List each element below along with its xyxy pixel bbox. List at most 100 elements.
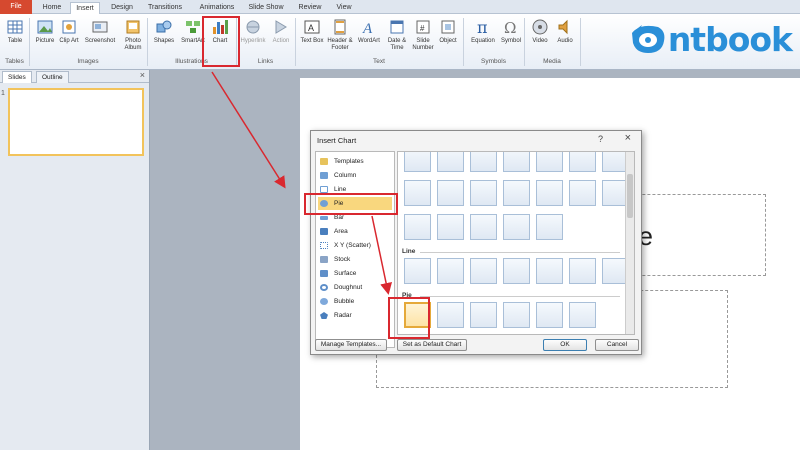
svg-text:A: A — [308, 23, 314, 33]
chart-thumbnail[interactable] — [437, 302, 464, 328]
object-button[interactable]: Object — [433, 18, 463, 45]
gallery-scrollbar[interactable] — [625, 152, 634, 334]
audio-icon — [558, 19, 568, 35]
chart-thumbnail[interactable] — [404, 258, 431, 284]
hyperlink-button[interactable]: Hyperlink — [238, 18, 268, 45]
category-label: Surface — [334, 270, 357, 277]
category-column[interactable]: Column — [318, 169, 392, 182]
chart-thumbnail[interactable] — [404, 180, 431, 206]
chart-thumbnail[interactable] — [503, 214, 530, 240]
action-label: Action — [272, 38, 290, 44]
date-time-icon — [390, 20, 404, 34]
audio-label: Audio — [557, 38, 573, 44]
category-bubble[interactable]: Bubble — [318, 295, 392, 308]
chart-thumbnail[interactable] — [503, 258, 530, 284]
category-area[interactable]: Area — [318, 225, 392, 238]
tab-slides[interactable]: Slides — [2, 71, 32, 83]
chart-thumbnail[interactable] — [437, 180, 464, 206]
logo-text: ntbook — [667, 19, 793, 59]
chart-thumbnail[interactable] — [470, 180, 497, 206]
chart-thumbnail[interactable] — [536, 302, 563, 328]
category-doughnut[interactable]: Doughnut — [318, 281, 392, 294]
chart-thumbnail[interactable] — [470, 152, 497, 172]
line-chart-icon — [320, 186, 328, 193]
radar-chart-icon — [320, 312, 328, 319]
picture-icon — [37, 20, 53, 34]
group-label-tables: Tables — [5, 58, 24, 65]
tab-design[interactable]: Design — [106, 2, 138, 14]
tab-transitions[interactable]: Transitions — [142, 2, 188, 14]
action-icon — [275, 20, 287, 34]
help-icon[interactable]: ? — [598, 134, 603, 144]
wordart-button[interactable]: A WordArt — [352, 18, 386, 45]
symbol-label: Symbol — [500, 38, 521, 44]
chart-thumbnail[interactable] — [470, 302, 497, 328]
chart-thumbnail[interactable] — [536, 152, 563, 172]
set-default-chart-button[interactable]: Set as Default Chart — [397, 339, 467, 351]
chart-thumbnail[interactable] — [437, 258, 464, 284]
tab-view[interactable]: View — [330, 2, 358, 14]
chart-thumbnail[interactable] — [404, 214, 431, 240]
category-surface[interactable]: Surface — [318, 267, 392, 280]
chart-thumbnail[interactable] — [404, 152, 431, 172]
slide-thumbnail[interactable] — [8, 88, 144, 156]
equation-button[interactable]: π Equation — [466, 18, 500, 45]
manage-templates-button[interactable]: Manage Templates... — [315, 339, 387, 351]
doughnut-chart-icon — [320, 284, 328, 291]
table-icon — [7, 20, 23, 34]
chart-thumbnail[interactable] — [503, 180, 530, 206]
shapes-icon — [156, 20, 172, 33]
panel-close-icon[interactable]: × — [140, 70, 145, 80]
svg-text:A: A — [362, 21, 373, 36]
video-label: Video — [532, 38, 548, 44]
photo-album-icon — [126, 20, 140, 34]
tab-outline[interactable]: Outline — [36, 71, 69, 83]
close-icon[interactable]: × — [625, 132, 631, 144]
cancel-button[interactable]: Cancel — [595, 339, 639, 351]
chart-thumbnail[interactable] — [536, 258, 563, 284]
ok-button[interactable]: OK — [543, 339, 587, 351]
clip-art-button[interactable]: Clip Art — [54, 18, 84, 45]
svg-text:#: # — [420, 24, 425, 33]
category-radar[interactable]: Radar — [318, 309, 392, 322]
chart-thumbnail[interactable] — [536, 214, 563, 240]
chart-thumbnail[interactable] — [470, 258, 497, 284]
chart-thumbnail[interactable] — [569, 258, 596, 284]
chart-thumbnail[interactable] — [503, 152, 530, 172]
hyperlink-label: Hyperlink — [240, 38, 266, 44]
photo-album-button[interactable]: Photo Album — [116, 18, 150, 52]
tab-animations[interactable]: Animations — [194, 2, 240, 14]
tab-file[interactable]: File — [0, 0, 32, 14]
screenshot-button[interactable]: Screenshot — [82, 18, 118, 45]
category-templates[interactable]: Templates — [318, 155, 392, 168]
table-button[interactable]: Table — [0, 18, 30, 45]
action-button[interactable]: Action — [266, 18, 296, 45]
tab-home[interactable]: Home — [38, 2, 66, 14]
chart-thumbnail[interactable] — [569, 152, 596, 172]
scrollbar-thumb[interactable] — [627, 174, 633, 218]
tab-slide-show[interactable]: Slide Show — [244, 2, 288, 14]
chart-thumbnail[interactable] — [569, 180, 596, 206]
category-label: Stock — [334, 256, 351, 263]
chart-thumbnail[interactable] — [536, 180, 563, 206]
chart-thumbnail[interactable] — [569, 302, 596, 328]
shapes-button[interactable]: Shapes — [149, 18, 179, 45]
surface-chart-icon — [320, 270, 328, 277]
category-stock[interactable]: Stock — [318, 253, 392, 266]
tab-insert[interactable]: Insert — [70, 2, 100, 14]
chart-thumbnail[interactable] — [470, 214, 497, 240]
chart-thumbnail[interactable] — [503, 302, 530, 328]
tab-review[interactable]: Review — [294, 2, 326, 14]
symbol-button[interactable]: Ω Symbol — [496, 18, 526, 45]
dialog-title: Insert Chart — [317, 136, 357, 145]
group-label-media: Media — [543, 58, 561, 65]
category-label: Doughnut — [334, 284, 363, 291]
chart-thumbnail[interactable] — [437, 152, 464, 172]
chart-type-gallery: Line Pie — [397, 151, 635, 335]
audio-button[interactable]: Audio — [550, 18, 580, 45]
chart-thumbnail[interactable] — [437, 214, 464, 240]
column-chart-icon — [320, 172, 328, 179]
header-footer-icon — [334, 19, 346, 35]
category-scatter[interactable]: X Y (Scatter) — [318, 239, 392, 252]
bar-chart-icon — [320, 216, 328, 220]
